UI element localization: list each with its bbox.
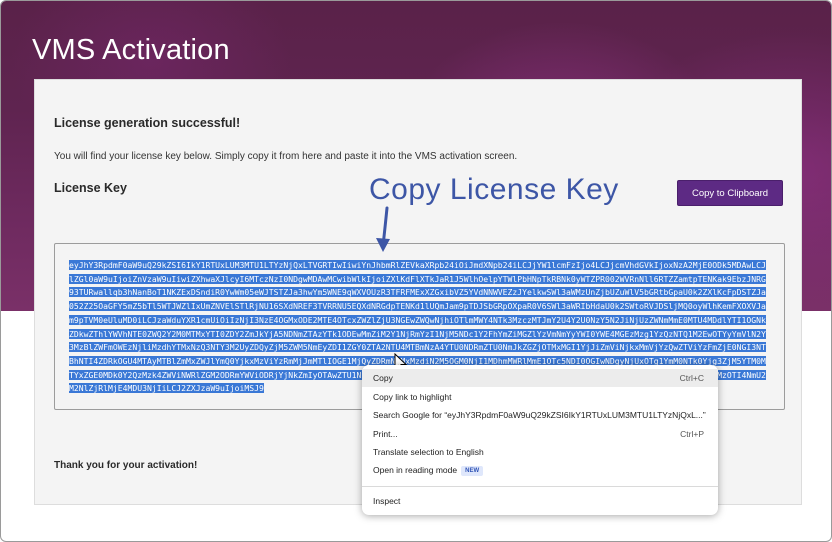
thank-you-text: Thank you for your activation! bbox=[54, 460, 198, 471]
context-menu: Copy Ctrl+C Copy link to highlight Searc… bbox=[362, 365, 718, 515]
menu-item-label: Search Google for “eyJhY3RpdmF0aW9uQ29kZ… bbox=[373, 410, 706, 420]
context-menu-print[interactable]: Print... Ctrl+P bbox=[362, 425, 718, 443]
instructions-text: You will find your license key below. Si… bbox=[54, 151, 518, 162]
license-key-line[interactable]: eyJhY3RpdmF0aW9uQ29kZSI6IkY1RTUxLUM3MTU1… bbox=[69, 260, 732, 270]
copy-to-clipboard-button[interactable]: Copy to Clipboard bbox=[677, 180, 783, 206]
context-menu-copy-link-to-highlight[interactable]: Copy link to highlight bbox=[362, 388, 718, 406]
menu-item-shortcut: Ctrl+P bbox=[680, 429, 704, 439]
context-menu-copy[interactable]: Copy Ctrl+C bbox=[362, 369, 718, 387]
page-title: VMS Activation bbox=[32, 34, 230, 66]
menu-item-label: Open in reading mode bbox=[373, 465, 458, 475]
context-menu-open-reading-mode[interactable]: Open in reading mode NEW bbox=[362, 461, 718, 479]
menu-divider bbox=[362, 486, 718, 487]
new-badge: NEW bbox=[461, 466, 484, 476]
menu-item-label: Copy link to highlight bbox=[373, 392, 452, 402]
arrow-down-icon bbox=[376, 206, 390, 252]
success-heading: License generation successful! bbox=[54, 116, 241, 130]
browser-viewport: VMS Activation License generation succes… bbox=[0, 0, 832, 542]
copy-license-key-annotation: Copy License Key bbox=[369, 173, 619, 206]
menu-item-label: Print... bbox=[373, 429, 398, 439]
context-menu-translate-selection[interactable]: Translate selection to English bbox=[362, 443, 718, 461]
menu-item-label: Translate selection to English bbox=[373, 447, 484, 457]
menu-item-shortcut: Ctrl+C bbox=[679, 373, 704, 383]
context-menu-search-google[interactable]: Search Google for “eyJhY3RpdmF0aW9uQ29kZ… bbox=[362, 406, 718, 424]
license-key-heading: License Key bbox=[54, 181, 127, 195]
menu-item-label: Copy bbox=[373, 373, 393, 383]
context-menu-inspect[interactable]: Inspect bbox=[362, 492, 718, 510]
menu-item-label: Inspect bbox=[373, 496, 401, 506]
